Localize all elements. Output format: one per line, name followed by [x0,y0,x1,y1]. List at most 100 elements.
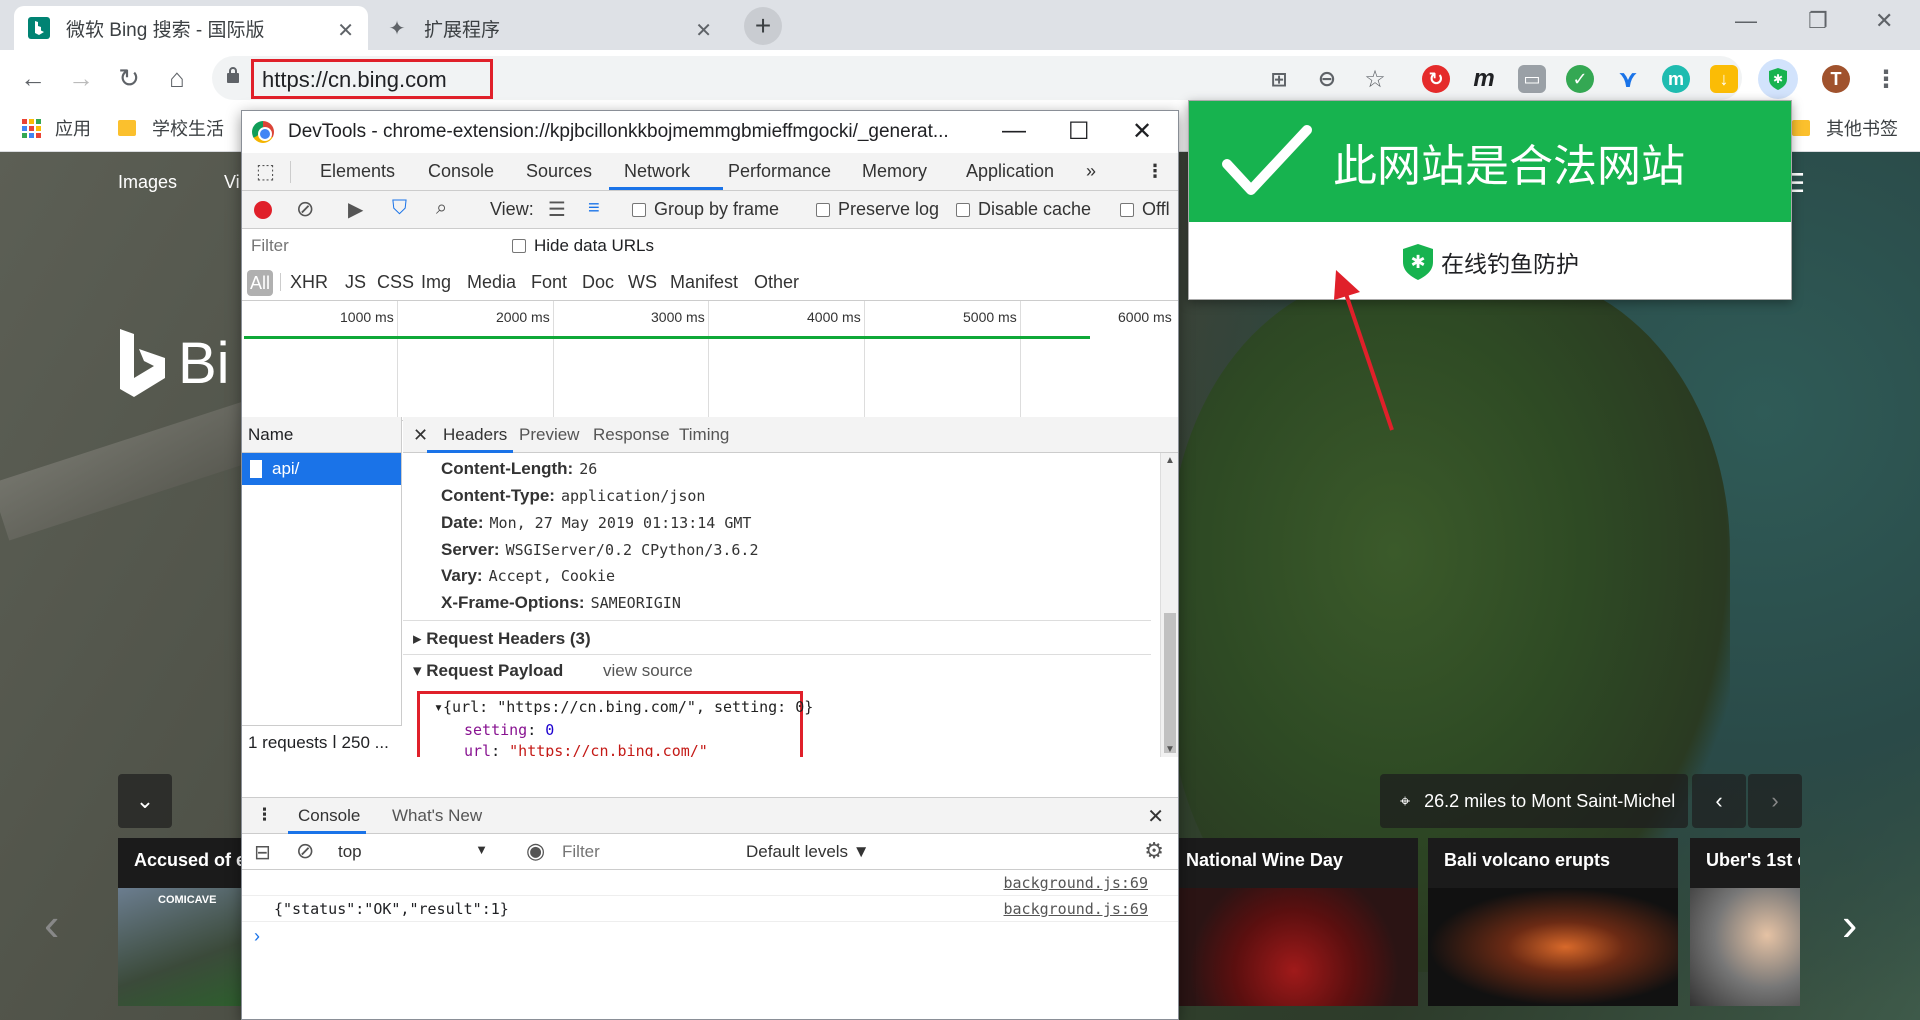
restore-button[interactable]: ❐ [1808,8,1828,34]
tab-elements[interactable]: Elements [320,161,395,182]
request-payload-toggle[interactable]: ▾ Request Payload [413,661,563,681]
sidebar-toggle-icon[interactable]: ⊟ [254,840,271,865]
type-filter-img[interactable]: Img [421,272,451,293]
console-filter-input[interactable] [562,840,726,864]
tab-extensions[interactable]: ✦ 扩展程序 ✕ [372,6,726,50]
payload-summary[interactable]: ▾{url: "https://cn.bing.com/", setting: … [434,698,813,716]
devtools-close-button[interactable]: ✕ [1132,117,1152,146]
console-prompt[interactable]: › [254,926,260,947]
reload-button[interactable]: ↻ [112,61,146,95]
type-filter-other[interactable]: Other [754,272,799,293]
scroll-up-icon[interactable]: ▲ [1165,455,1175,466]
devtools-maximize-button[interactable]: ☐ [1068,117,1090,146]
extension-shield-icon[interactable]: ✓ [1566,65,1594,93]
extension-download-icon[interactable]: ↓ [1710,65,1738,93]
close-detail-icon[interactable]: ✕ [413,425,428,446]
detail-scrollbar[interactable]: ▲ ▼ [1160,453,1178,757]
next-image-button[interactable]: › [1748,774,1802,828]
source-link[interactable]: background.js:69 [1004,900,1149,918]
tab-bing[interactable]: 微软 Bing 搜索 - 国际版 ✕ [14,6,368,50]
large-rows-icon[interactable]: ☰ [548,197,566,222]
scroll-thumb[interactable] [1164,613,1176,753]
nav-images-link[interactable]: Images [118,172,177,193]
request-row[interactable]: api/ [242,453,401,485]
bookmark-star-icon[interactable]: ☆ [1361,65,1389,93]
scroll-down-icon[interactable]: ▼ [1165,744,1175,755]
close-button[interactable]: ✕ [1875,8,1893,34]
type-filter-css[interactable]: CSS [377,272,414,293]
tab-headers[interactable]: Headers [443,425,507,445]
tab-preview[interactable]: Preview [519,425,579,445]
collapse-button[interactable]: ⌄ [118,774,172,828]
type-filter-ws[interactable]: WS [628,272,657,293]
tab-close-icon[interactable]: ✕ [337,18,354,43]
type-filter-js[interactable]: JS [345,272,366,293]
live-expression-icon[interactable]: ◉ [526,838,545,864]
group-by-frame-checkbox[interactable]: Group by frame [632,199,779,220]
location-info[interactable]: ⌖ 26.2 miles to Mont Saint-Michel [1380,774,1688,828]
clear-icon[interactable]: ⊘ [296,196,314,222]
devtools-minimize-button[interactable]: — [1002,117,1026,145]
tab-sources[interactable]: Sources [526,161,592,182]
disable-cache-checkbox[interactable]: Disable cache [956,199,1091,220]
search-icon[interactable]: ⌕ [436,197,447,220]
type-filter-xhr[interactable]: XHR [290,272,328,293]
cards-prev-icon[interactable]: ‹ [44,897,59,951]
extension-gray-icon[interactable]: ▭ [1518,65,1546,93]
customize-menu-icon[interactable]: ⋮ [1146,161,1164,182]
preserve-log-checkbox[interactable]: Preserve log [816,199,939,220]
drawer-close-icon[interactable]: ✕ [1147,804,1164,829]
log-levels-dropdown[interactable]: Default levels ▼ [746,842,870,862]
source-link[interactable]: background.js:69 [1004,874,1149,892]
type-filter-font[interactable]: Font [531,272,567,293]
news-card[interactable]: Uber's 1st e [1690,838,1800,1006]
drawer-menu-icon[interactable]: ⋮ [256,805,273,825]
tab-application[interactable]: Application [966,161,1054,182]
avatar[interactable]: T [1822,65,1850,93]
clear-console-icon[interactable]: ⊘ [296,838,314,864]
bookmark-folder-school[interactable]: 学校生活 [118,115,224,141]
inspect-icon[interactable]: ⬚ [256,159,275,184]
drawer-tab-console[interactable]: Console [298,806,360,826]
menu-icon[interactable]: ⋮ [1872,65,1900,93]
tab-memory[interactable]: Memory [862,161,927,182]
tab-close-icon[interactable]: ✕ [695,18,712,43]
bookmark-apps[interactable]: 应用 [22,115,91,141]
extension-blue-icon[interactable]: ⋎ [1614,65,1642,93]
prev-image-button[interactable]: ‹ [1692,774,1746,828]
minimize-button[interactable]: — [1735,8,1757,34]
news-card[interactable]: Accused of el COMICAVE [118,838,248,1006]
url-text[interactable]: https://cn.bing.com [251,59,493,99]
zoom-icon[interactable]: ⊖ [1313,65,1341,93]
tab-network[interactable]: Network [624,161,690,182]
tab-performance[interactable]: Performance [728,161,831,182]
view-source-link[interactable]: view source [603,661,693,681]
home-button[interactable]: ⌂ [160,61,194,95]
extension-m-icon[interactable]: m [1470,65,1498,93]
translate-icon[interactable]: ⊞ [1265,65,1293,93]
nav-videos-link[interactable]: Vi [224,172,240,193]
hide-data-urls-checkbox[interactable]: Hide data URLs [512,236,654,256]
news-card[interactable]: Bali volcano erupts [1428,838,1678,1006]
request-headers-toggle[interactable]: ▸ Request Headers (3) [413,629,591,649]
context-select[interactable]: top ▼ [338,842,488,862]
type-filter-all[interactable]: All [247,270,273,296]
back-button[interactable]: ← [16,61,50,95]
type-filter-media[interactable]: Media [467,272,516,293]
cards-next-icon[interactable]: › [1842,897,1857,951]
network-filter-input[interactable] [245,233,493,259]
screenshot-icon[interactable]: ▶ [348,197,363,222]
record-icon[interactable] [254,201,272,219]
tab-response[interactable]: Response [593,425,670,445]
type-filter-manifest[interactable]: Manifest [670,272,738,293]
forward-button[interactable]: → [64,61,98,95]
console-settings-icon[interactable]: ⚙ [1144,838,1164,864]
more-tabs-icon[interactable]: » [1086,161,1096,182]
drawer-tab-whats-new[interactable]: What's New [392,806,482,826]
offline-checkbox[interactable]: Offl [1120,199,1170,220]
extension-teal-icon[interactable]: m [1662,65,1690,93]
type-filter-doc[interactable]: Doc [582,272,614,293]
bookmark-folder-other[interactable]: 其他书签 [1792,115,1898,141]
extension-antiphishing-icon[interactable]: ✱ [1758,59,1798,99]
news-card[interactable]: National Wine Day [1170,838,1418,1006]
